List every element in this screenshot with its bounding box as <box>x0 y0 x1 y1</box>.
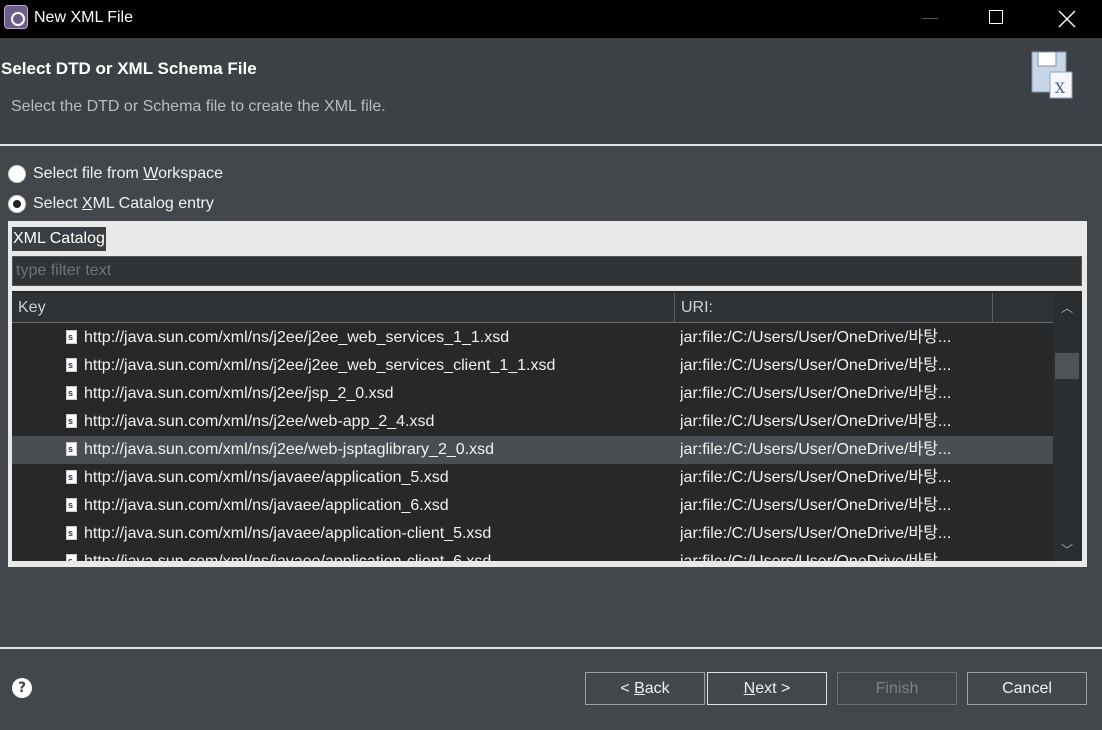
row-key: http://java.sun.com/xml/ns/j2ee/j2ee_web… <box>84 357 556 374</box>
xsd-file-icon <box>66 323 77 351</box>
label-part: orkspace <box>158 165 223 182</box>
table-body: http://java.sun.com/xml/ns/j2ee/j2ee_web… <box>12 323 1053 561</box>
back-button[interactable]: < Back <box>585 672 705 705</box>
catalog-option-label: Select XML Catalog entry <box>33 195 214 213</box>
scrollbar-thumb[interactable] <box>1055 353 1079 379</box>
eclipse-app-icon <box>4 5 28 29</box>
vertical-scrollbar[interactable]: ︿ ﹀ <box>1053 293 1082 561</box>
row-uri: jar:file:/C:/Users/User/OneDrive/바탕... <box>680 329 952 346</box>
xsd-file-icon <box>66 547 77 561</box>
xsd-file-icon <box>66 491 77 519</box>
row-uri: jar:file:/C:/Users/User/OneDrive/바탕... <box>680 441 952 458</box>
maximize-icon <box>989 10 1003 24</box>
label-part: ML Catalog entry <box>92 195 214 212</box>
xml-catalog-group: XML Catalog Key URI: http://java.sun.com… <box>8 221 1087 567</box>
catalog-table: Key URI: http://java.sun.com/xml/ns/j2ee… <box>12 291 1082 561</box>
row-uri: jar:file:/C:/Users/User/OneDrive/바탕... <box>680 357 952 374</box>
minimize-button[interactable] <box>906 0 952 38</box>
table-row[interactable]: http://java.sun.com/xml/ns/j2ee/j2ee_web… <box>12 323 1053 352</box>
table-row[interactable]: http://java.sun.com/xml/ns/j2ee/jsp_2_0.… <box>12 379 1053 408</box>
label-part: ext > <box>755 680 791 697</box>
close-icon <box>1058 10 1076 28</box>
row-uri: jar:file:/C:/Users/User/OneDrive/바탕... <box>680 548 992 561</box>
table-row[interactable]: http://java.sun.com/xml/ns/javaee/applic… <box>12 491 1053 520</box>
minimize-icon <box>922 18 938 19</box>
row-uri: jar:file:/C:/Users/User/OneDrive/바탕... <box>680 413 952 430</box>
mnemonic: X <box>81 195 93 212</box>
label-part: < <box>620 680 635 697</box>
row-key: http://java.sun.com/xml/ns/javaee/applic… <box>84 525 492 542</box>
row-key: http://java.sun.com/xml/ns/j2ee/web-app_… <box>84 413 435 430</box>
catalog-option[interactable]: Select XML Catalog entry <box>8 193 214 215</box>
finish-button: Finish <box>837 672 957 705</box>
row-uri: jar:file:/C:/Users/User/OneDrive/바탕... <box>680 525 952 542</box>
column-header-key[interactable]: Key <box>12 293 675 323</box>
row-uri: jar:file:/C:/Users/User/OneDrive/바탕... <box>680 497 952 514</box>
label-part: Select <box>33 195 82 212</box>
xsd-file-icon <box>66 463 77 491</box>
xsd-file-icon <box>66 435 77 463</box>
label-part: Select file from <box>33 165 144 182</box>
xml-catalog-label: XML Catalog <box>12 227 106 251</box>
xsd-file-icon <box>66 379 77 407</box>
workspace-option[interactable]: Select file from Workspace <box>8 163 223 185</box>
workspace-option-label: Select file from Workspace <box>33 165 223 183</box>
wizard-footer: ? < Back Next > Finish Cancel <box>0 649 1102 730</box>
workspace-radio[interactable] <box>8 165 26 183</box>
label-part: ack <box>644 680 670 697</box>
title-bar: New XML File <box>0 0 1102 38</box>
page-description: Select the DTD or Schema file to create … <box>11 98 386 115</box>
mnemonic: W <box>143 165 159 182</box>
row-key: http://java.sun.com/xml/ns/j2ee/j2ee_web… <box>84 329 510 346</box>
table-header: Key URI: <box>12 293 1053 323</box>
scroll-down-icon[interactable]: ﹀ <box>1061 541 1073 557</box>
wizard-header: Select DTD or XML Schema File Select the… <box>0 38 1102 144</box>
xsd-file-icon <box>66 519 77 547</box>
cancel-button[interactable]: Cancel <box>967 672 1087 705</box>
mnemonic: B <box>634 680 645 697</box>
row-uri: jar:file:/C:/Users/User/OneDrive/바탕... <box>680 469 952 486</box>
filter-input[interactable] <box>12 256 1082 286</box>
catalog-radio[interactable] <box>8 195 26 213</box>
svg-text:X: X <box>1055 81 1065 97</box>
page-title: Select DTD or XML Schema File <box>1 59 257 78</box>
row-uri: jar:file:/C:/Users/User/OneDrive/바탕... <box>680 385 952 402</box>
help-icon[interactable]: ? <box>12 678 32 698</box>
row-key: http://java.sun.com/xml/ns/javaee/applic… <box>84 548 491 561</box>
window-title: New XML File <box>34 9 133 26</box>
row-key: http://java.sun.com/xml/ns/j2ee/jsp_2_0.… <box>84 385 394 402</box>
row-key: http://java.sun.com/xml/ns/javaee/applic… <box>84 469 449 486</box>
xml-file-wizard-icon: X <box>1031 51 1073 99</box>
mnemonic: N <box>743 680 756 697</box>
close-button[interactable] <box>1044 0 1090 38</box>
table-row[interactable]: http://java.sun.com/xml/ns/j2ee/web-app_… <box>12 407 1053 436</box>
scroll-up-icon[interactable]: ︿ <box>1061 299 1073 315</box>
next-button[interactable]: Next > <box>707 672 827 705</box>
column-header-uri[interactable]: URI: <box>675 293 993 323</box>
wizard-content: Select file from Workspace Select XML Ca… <box>0 146 1102 647</box>
table-row[interactable]: http://java.sun.com/xml/ns/javaee/applic… <box>12 519 1053 548</box>
row-key: http://java.sun.com/xml/ns/javaee/applic… <box>84 497 449 514</box>
table-row[interactable]: http://java.sun.com/xml/ns/j2ee/j2ee_web… <box>12 351 1053 380</box>
table-row[interactable]: http://java.sun.com/xml/ns/javaee/applic… <box>12 547 1053 561</box>
xsd-file-icon <box>66 351 77 379</box>
xsd-file-icon <box>66 407 77 435</box>
maximize-button[interactable] <box>973 0 1019 38</box>
table-row[interactable]: http://java.sun.com/xml/ns/j2ee/web-jspt… <box>12 435 1053 464</box>
table-row[interactable]: http://java.sun.com/xml/ns/javaee/applic… <box>12 463 1053 492</box>
row-key: http://java.sun.com/xml/ns/j2ee/web-jspt… <box>84 441 494 458</box>
